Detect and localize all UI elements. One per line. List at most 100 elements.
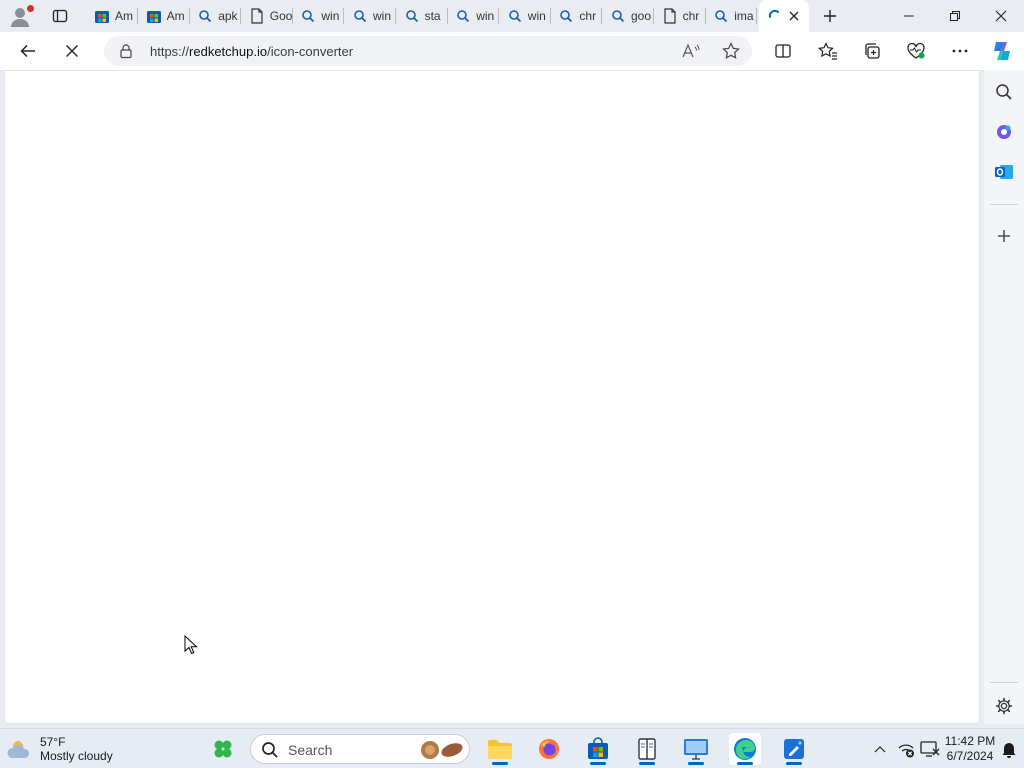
collections-button[interactable]	[858, 37, 886, 65]
show-hidden-icons-button[interactable]	[870, 735, 890, 763]
tab[interactable]: chr	[552, 4, 603, 28]
remote-desktop-button[interactable]	[680, 733, 712, 765]
weather-temp: 57°F	[40, 735, 66, 749]
microsoft-store-button[interactable]	[582, 733, 614, 765]
tab[interactable]: Am	[140, 4, 190, 28]
tab-actions-button[interactable]	[46, 4, 74, 28]
restore-icon	[950, 11, 960, 21]
settings-and-more-button[interactable]	[946, 37, 974, 65]
bell-icon	[1002, 743, 1016, 758]
tab[interactable]: Goo	[243, 4, 293, 28]
tab-title: chr	[682, 9, 700, 23]
edge-browser-button[interactable]	[729, 733, 761, 765]
tab[interactable]: ima	[707, 4, 758, 28]
split-screen-icon	[775, 44, 791, 58]
split-screen-button[interactable]	[769, 37, 797, 65]
collections-icon	[865, 43, 880, 59]
back-arrow-icon	[20, 44, 35, 58]
read-aloud-button[interactable]	[681, 41, 701, 61]
browser-essentials-button[interactable]	[902, 37, 930, 65]
add-favorite-button[interactable]	[721, 41, 741, 61]
sidebar-copilot-button[interactable]	[990, 118, 1018, 146]
edge-icon	[734, 738, 756, 760]
reader-app-button[interactable]	[631, 733, 663, 765]
store-icon	[146, 8, 162, 24]
search-icon	[507, 8, 523, 24]
sidebar-search-button[interactable]	[990, 78, 1018, 106]
outlook-icon	[995, 165, 1013, 179]
tab[interactable]: apk	[191, 4, 242, 28]
firefox-icon	[539, 739, 559, 759]
url-text[interactable]: https://redketchup.io/icon-converter	[150, 44, 353, 59]
tab-title: chr	[579, 9, 597, 23]
document-icon	[662, 8, 678, 24]
loading-spinner-icon	[768, 9, 779, 18]
tab[interactable]: win	[346, 4, 396, 28]
profile-avatar-button[interactable]	[8, 4, 36, 28]
paint-icon	[784, 739, 804, 759]
volume-status-button[interactable]	[918, 735, 942, 763]
url-scheme: https://	[150, 44, 190, 59]
minimize-button[interactable]	[886, 0, 932, 32]
tab[interactable]: Am	[88, 4, 138, 28]
widgets-button[interactable]	[207, 733, 239, 765]
notifications-button[interactable]	[998, 735, 1020, 763]
search-icon	[197, 8, 213, 24]
url-host: redketchup.io	[189, 44, 268, 59]
network-disconnected-icon	[898, 744, 914, 758]
tab-title: Am	[166, 9, 185, 23]
system-clock[interactable]: 11:42 PM 6/7/2024	[944, 734, 996, 764]
edge-sidebar	[984, 70, 1024, 724]
tab-active[interactable]	[759, 0, 809, 32]
web-page-content[interactable]	[4, 70, 980, 724]
firefox-button[interactable]	[533, 733, 565, 765]
store-icon	[94, 8, 110, 24]
sidebar-settings-button[interactable]	[990, 692, 1018, 720]
copilot-icon	[994, 42, 1010, 60]
tab[interactable]: win	[449, 4, 500, 28]
folder-icon	[488, 740, 512, 759]
chevron-up-icon	[874, 746, 886, 753]
url-path: /icon-converter	[267, 44, 354, 59]
stop-loading-button[interactable]	[58, 37, 86, 65]
heart-pulse-icon	[907, 42, 925, 59]
network-status-button[interactable]	[894, 735, 918, 763]
back-button[interactable]	[14, 37, 42, 65]
weather-condition: Mostly cloudy	[40, 749, 113, 763]
search-icon	[558, 8, 574, 24]
close-window-button[interactable]	[978, 0, 1024, 32]
sidebar-outlook-button[interactable]	[990, 158, 1018, 186]
search-highlight-illustration	[421, 741, 463, 759]
navigation-bar: https://redketchup.io/icon-converter	[0, 32, 1024, 70]
new-tab-button[interactable]	[818, 4, 842, 28]
tab[interactable]: chr	[656, 4, 706, 28]
tab[interactable]: sta	[398, 4, 448, 28]
tab-title: Goo	[269, 9, 293, 23]
search-placeholder: Search	[288, 742, 333, 758]
close-tab-icon[interactable]	[787, 9, 801, 23]
monitor-icon	[684, 739, 708, 760]
taskbar: 57°F Mostly cloudy Search 11:42 PM 6/7/2…	[0, 728, 1024, 768]
copilot-button[interactable]	[988, 37, 1016, 65]
tab[interactable]: goo	[604, 4, 654, 28]
tab-title: win	[373, 9, 392, 23]
close-icon	[995, 10, 1007, 22]
taskbar-search[interactable]: Search	[250, 734, 470, 764]
copilot-app-icon	[997, 125, 1011, 139]
lock-icon[interactable]	[118, 43, 134, 59]
weather-widget[interactable]: 57°F Mostly cloudy	[6, 734, 113, 764]
address-bar[interactable]: https://redketchup.io/icon-converter	[104, 36, 752, 66]
favorites-button[interactable]	[814, 37, 842, 65]
sidebar-add-button[interactable]	[990, 222, 1018, 250]
tab[interactable]: win	[294, 4, 345, 28]
file-explorer-button[interactable]	[484, 733, 516, 765]
tab[interactable]: win	[501, 4, 551, 28]
read-aloud-icon	[682, 43, 700, 58]
tab-actions-icon	[52, 9, 68, 23]
search-icon	[610, 8, 626, 24]
paint-app-button[interactable]	[778, 733, 810, 765]
search-icon	[300, 8, 316, 24]
tab-strip: Am Am apk Goo win win sta win win chr goo chr ima	[0, 0, 1024, 32]
restore-button[interactable]	[932, 0, 978, 32]
search-icon	[404, 8, 420, 24]
